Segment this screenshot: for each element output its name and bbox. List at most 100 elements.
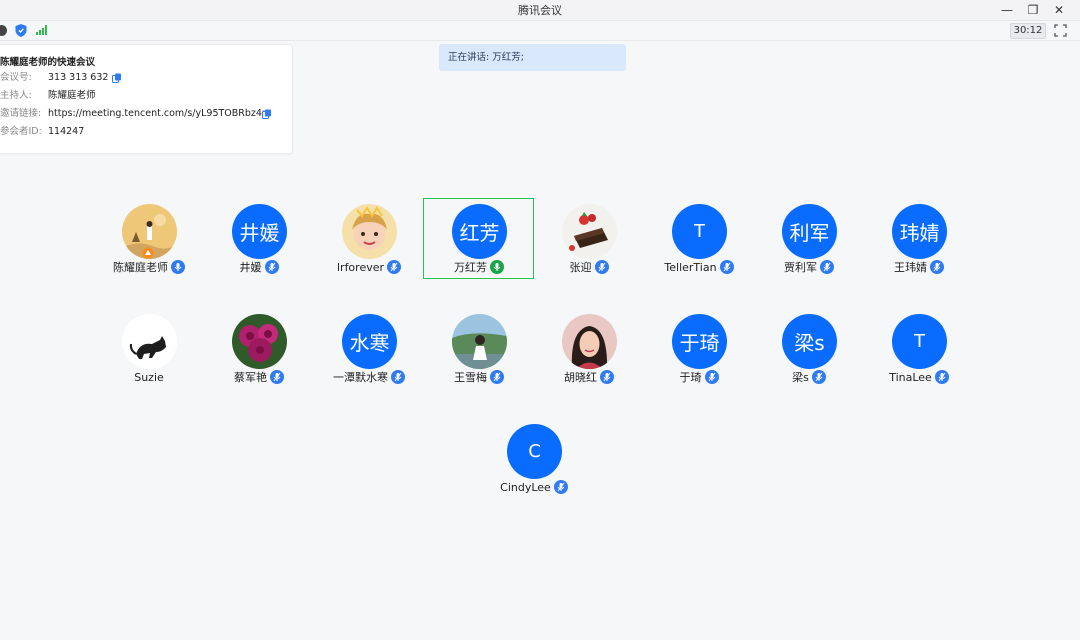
participant-tile[interactable]: 王雪梅: [424, 308, 534, 390]
participant-tile[interactable]: 梁s 梁s: [754, 308, 864, 390]
mic-speaking-icon[interactable]: [490, 260, 504, 274]
mic-icon[interactable]: [934, 370, 949, 384]
participant-tile[interactable]: 陈耀庭老师: [94, 198, 204, 280]
participant-name-row: TellerTian: [644, 260, 754, 274]
avatar-initials: 井媛: [232, 204, 287, 259]
minimize-icon[interactable]: —: [1000, 3, 1014, 17]
meeting-number-value: 313 313 632: [48, 72, 109, 83]
participant-tile-speaking[interactable]: 红芳 万红芳: [424, 198, 534, 280]
participant-name: 一潭默水寒: [333, 371, 388, 384]
participant-name: 于琦: [679, 371, 702, 384]
participant-name-row: 井媛: [204, 260, 314, 274]
avatar-initials: 水寒: [342, 314, 397, 369]
avatar-initials: C: [507, 424, 562, 479]
participant-name: 陈耀庭老师: [113, 261, 168, 274]
host-label: 主持人:: [0, 90, 32, 101]
close-icon[interactable]: ✕: [1052, 3, 1066, 17]
participant-tile[interactable]: 水寒 一潭默水寒: [314, 308, 424, 390]
fullscreen-icon[interactable]: [1054, 24, 1067, 37]
participant-name: 蔡军艳: [234, 371, 267, 384]
participant-name-row: CindyLee: [479, 480, 589, 494]
avatar-text: T: [914, 331, 925, 352]
mic-icon[interactable]: [387, 260, 402, 274]
participant-name: TinaLee: [889, 370, 932, 384]
speaking-banner: 正在讲话: 万红芳;: [439, 44, 626, 71]
participant-name-row: lrforever: [314, 260, 424, 274]
signal-strength-icon[interactable]: [36, 25, 48, 35]
restore-icon[interactable]: ❐: [1026, 3, 1040, 17]
mic-icon[interactable]: [811, 370, 826, 384]
avatar-initials: T: [672, 204, 727, 259]
participant-name-row: 陈耀庭老师: [94, 260, 204, 274]
meeting-title: 陈耀庭老师的快速会议: [0, 57, 96, 68]
participant-name-row: 胡晓红: [534, 370, 644, 384]
participant-name-row: 一潭默水寒: [314, 370, 424, 384]
mic-icon[interactable]: [391, 370, 405, 384]
avatar-text: 于琦: [679, 331, 720, 355]
participant-name-row: 万红芳: [424, 260, 534, 274]
participant-name: lrforever: [336, 260, 385, 274]
meeting-info-card: 陈耀庭老师的快速会议 会议号: 313 313 632 主持人: 陈耀庭老师 邀…: [0, 44, 293, 154]
avatar-photo-cat: [122, 314, 177, 369]
avatar-text: 井媛: [239, 221, 280, 245]
participant-id-value: 114247: [48, 126, 85, 137]
participant-name: 井媛: [239, 261, 262, 274]
mic-icon[interactable]: [264, 260, 279, 274]
mic-icon[interactable]: [719, 260, 734, 274]
copy-icon[interactable]: [112, 73, 122, 83]
participant-tile[interactable]: C CindyLee: [479, 418, 589, 500]
participant-name: 万红芳: [454, 261, 487, 274]
host-row: 主持人: 陈耀庭老师: [0, 89, 292, 103]
avatar-photo-cake: [562, 204, 617, 259]
avatar-text: T: [694, 221, 705, 242]
participant-tile[interactable]: 于琦 于琦: [644, 308, 754, 390]
record-icon[interactable]: [0, 25, 7, 36]
mic-icon[interactable]: [553, 480, 568, 494]
meeting-timer: 30:12: [1010, 23, 1046, 39]
participant-name-row: 张迎: [534, 260, 644, 274]
avatar-text: 梁s: [794, 331, 825, 355]
invite-link-label: 邀请链接:: [0, 108, 42, 119]
participant-tile[interactable]: T TellerTian: [644, 198, 754, 280]
title-bar: 腾讯会议 — ❐ ✕: [0, 0, 1080, 21]
mic-icon[interactable]: [270, 370, 284, 384]
participant-name: 张迎: [569, 261, 592, 274]
participant-tile[interactable]: Suzie: [94, 308, 204, 390]
participant-tile[interactable]: T TinaLee: [864, 308, 974, 390]
participant-tile[interactable]: 玮婧 王玮婧: [864, 198, 974, 280]
participant-tile[interactable]: 井媛 井媛: [204, 198, 314, 280]
status-toolbar: 30:12: [0, 21, 1080, 41]
participant-name: 胡晓红: [564, 371, 597, 384]
copy-link-icon[interactable]: [262, 109, 272, 119]
avatar-initials: T: [892, 314, 947, 369]
mic-icon[interactable]: [171, 260, 185, 274]
mic-icon[interactable]: [594, 260, 609, 274]
participant-id-row: 参会者ID: 114247: [0, 125, 292, 139]
avatar-text: 利军: [789, 221, 830, 245]
mic-icon[interactable]: [600, 370, 614, 384]
participant-tile[interactable]: 胡晓红: [534, 308, 644, 390]
mic-icon[interactable]: [930, 260, 944, 274]
participant-name: 梁s: [792, 371, 809, 384]
mic-icon[interactable]: [820, 260, 834, 274]
avatar-initials: 于琦: [672, 314, 727, 369]
participant-name-row: 王雪梅: [424, 370, 534, 384]
mic-icon[interactable]: [704, 370, 719, 384]
participant-tile[interactable]: 张迎: [534, 198, 644, 280]
shield-icon[interactable]: [15, 24, 27, 37]
meeting-number-label: 会议号:: [0, 72, 32, 83]
window-controls: — ❐ ✕: [1000, 0, 1066, 20]
participant-name: 王雪梅: [454, 371, 487, 384]
avatar-text: 红芳: [459, 221, 500, 245]
participant-id-label: 参会者ID:: [0, 126, 42, 137]
host-badge-icon: [142, 247, 154, 259]
avatar-text: 玮婧: [899, 221, 940, 245]
mic-icon[interactable]: [490, 370, 504, 384]
avatar-photo-child: [342, 204, 397, 259]
invite-link-value[interactable]: https://meeting.tencent.com/s/yL95TOBRbz…: [48, 107, 268, 121]
participant-tile[interactable]: lrforever: [314, 198, 424, 280]
participant-tile[interactable]: 蔡军艳: [204, 308, 314, 390]
participant-name: CindyLee: [500, 480, 551, 494]
participant-tile[interactable]: 利军 贾利军: [754, 198, 864, 280]
avatar-text: C: [528, 441, 541, 462]
